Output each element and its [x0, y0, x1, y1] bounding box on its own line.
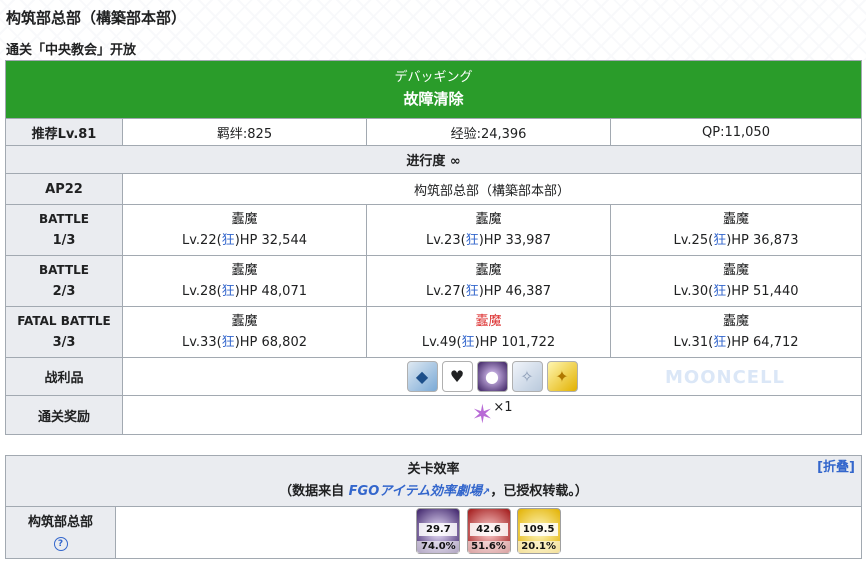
enemy-cell[interactable]: 蠹魔 Lv.27(狂)HP 46,387 [366, 255, 611, 307]
efficiency-table: 关卡效率 （数据来自 FGOアイテム効率劇場↗，已授权转载。） [折叠] 构筑部… [5, 455, 862, 559]
red-heart-item-icon[interactable]: ♥ [441, 361, 473, 392]
blue-crystal-item-icon[interactable]: ◆ [406, 361, 438, 392]
enemy-cell[interactable]: 蠹魔 Lv.28(狂)HP 48,071 [122, 255, 367, 307]
battle-label: FATAL BATTLE 3/3 [5, 306, 123, 358]
berserker-class-link[interactable]: 狂 [222, 284, 235, 299]
boss-name: 蠹魔 [475, 314, 502, 329]
reward-cell: ✶×1 [121, 395, 863, 435]
battle-row: FATAL BATTLE 3/3 蠹魔 Lv.33(狂)HP 68,802 蠹魔 Lv… [5, 306, 863, 358]
purple-orb-efficiency-icon[interactable]: 29.7 74.0% [416, 507, 461, 554]
berserker-class-link[interactable]: 狂 [466, 233, 479, 248]
berserker-class-link[interactable]: 狂 [462, 335, 475, 350]
battle-row: BATTLE 1/3 蠹魔 Lv.22(狂)HP 32,544 蠹魔 Lv.23(狂)… [5, 204, 863, 256]
recommended-level: 推荐Lv.81 [5, 118, 123, 146]
enemy-cell[interactable]: 蠹魔 Lv.22(狂)HP 32,544 [122, 204, 367, 256]
reward-count: ×1 [493, 400, 513, 415]
berserker-class-link[interactable]: 狂 [466, 284, 479, 299]
boss-enemy-cell[interactable]: 蠹魔 Lv.49(狂)HP 101,722 [366, 306, 611, 358]
berserker-class-link[interactable]: 狂 [713, 233, 726, 248]
source-link[interactable]: FGOアイテム効率劇場 [349, 484, 482, 499]
enemy-cell[interactable]: 蠹魔 Lv.33(狂)HP 68,802 [122, 306, 367, 358]
battle-row: BATTLE 2/3 蠹魔 Lv.28(狂)HP 48,071 蠹魔 Lv.27(狂)… [5, 255, 863, 307]
berserker-class-link[interactable]: 狂 [222, 335, 235, 350]
efficiency-title: 关卡效率 [407, 461, 460, 477]
quest-name-cn: 故障清除 [403, 90, 464, 108]
gold-gem-item-icon[interactable]: ✦ [546, 361, 578, 392]
efficiency-header: 关卡效率 （数据来自 FGOアイテム効率劇場↗，已授权转载。） [折叠] [5, 455, 862, 507]
reward-label: 通关奖励 [5, 395, 123, 435]
quest-header: デバッギング 故障清除 [4, 60, 863, 119]
battle-label: BATTLE 2/3 [5, 255, 123, 307]
quest-location: 构筑部总部（構築部本部） [121, 173, 863, 205]
berserker-class-link[interactable]: 狂 [222, 233, 235, 248]
help-icon[interactable]: ? [53, 536, 68, 551]
exp-value: 经验:24,396 [366, 118, 611, 146]
red-heart-efficiency-icon[interactable]: 42.6 51.6% [466, 507, 511, 554]
battle-label: BATTLE 1/3 [5, 204, 123, 256]
bond-value: 羁绊:825 [122, 118, 367, 146]
purple-orb-item-icon[interactable]: ● [476, 361, 508, 392]
qp-value: QP:11,050 [609, 118, 863, 146]
enemy-cell[interactable]: 蠹魔 Lv.30(狂)HP 51,440 [609, 255, 863, 307]
unlock-condition: 通关「中央教会」开放 [6, 43, 137, 58]
enemy-cell[interactable]: 蠹魔 Lv.25(狂)HP 36,873 [609, 204, 863, 256]
berserker-class-link[interactable]: 狂 [713, 335, 726, 350]
ap-cost: AP22 [5, 173, 123, 205]
enemy-cell[interactable]: 蠹魔 Lv.23(狂)HP 33,987 [366, 204, 611, 256]
progress-row: 进行度 ∞ [4, 145, 863, 174]
saint-quartz-icon[interactable]: ✶ [472, 400, 494, 430]
efficiency-items-cell: 29.7 74.0% 42.6 51.6% 109.5 20.1% [115, 506, 862, 559]
berserker-class-link[interactable]: 狂 [713, 284, 726, 299]
silver-gem-item-icon[interactable]: ✧ [511, 361, 543, 392]
mooncell-watermark: MOONCELL [665, 367, 786, 388]
efficiency-row-label: 构筑部总部 ? [5, 506, 116, 559]
efficiency-source: （数据来自 FGOアイテム効率劇場↗，已授权转载。） [279, 483, 588, 499]
quest-name-jp: デバッギング [394, 70, 473, 85]
drops-label: 战利品 [5, 357, 123, 396]
collapse-toggle[interactable]: [折叠] [817, 457, 855, 479]
page-title: 构筑部总部（構築部本部） [6, 9, 187, 27]
enemy-cell[interactable]: 蠹魔 Lv.31(狂)HP 64,712 [609, 306, 863, 358]
gold-gem-efficiency-icon[interactable]: 109.5 20.1% [516, 507, 561, 554]
